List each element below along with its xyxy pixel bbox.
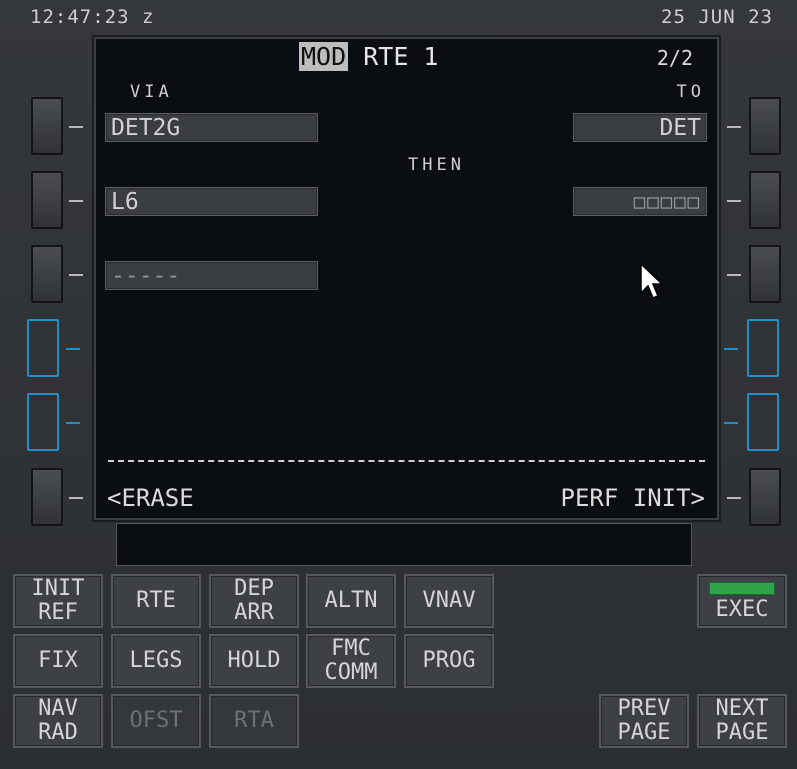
lsk-2r-button[interactable] [749,171,781,229]
via-field-1[interactable]: DET2G [105,113,318,142]
altn-key[interactable]: ALTN [306,574,396,628]
hold-key[interactable]: HOLD [209,634,299,688]
legs-key[interactable]: LEGS [111,634,201,688]
via-field-3[interactable]: ----- [105,261,318,290]
exec-key-label: EXEC [715,597,769,622]
scratchpad [116,523,692,566]
perf-init-prompt[interactable]: PERF INIT> [561,484,706,512]
nav-rad-key[interactable]: NAV RAD [13,694,103,748]
rta-key[interactable]: RTA [209,694,299,748]
dep-arr-key[interactable]: DEP ARR [209,574,299,628]
lsk-3r-tick [727,274,741,276]
erase-prompt[interactable]: <ERASE [107,484,194,512]
lsk-1r-button[interactable] [749,97,781,155]
to-label: TO [676,82,705,102]
lsk-1l-button[interactable] [31,97,63,155]
page-title: MOD RTE 1 [299,42,438,71]
date-readout: 25 JUN 23 [661,6,773,28]
lsk-3l-button[interactable] [31,245,63,303]
to-field-1[interactable]: DET [573,113,707,142]
then-label: THEN [408,155,465,175]
lsk-5r-button[interactable] [747,393,779,451]
fmc-comm-key[interactable]: FMC COMM [306,634,396,688]
next-page-key[interactable]: NEXT PAGE [697,694,787,748]
via-field-2[interactable]: L6 [105,187,318,216]
prev-page-key[interactable]: PREV PAGE [599,694,689,748]
prog-key[interactable]: PROG [404,634,494,688]
lsk-6l-button[interactable] [31,468,63,526]
to-field-2[interactable]: □□□□□ [573,187,707,216]
lsk-5l-button[interactable] [27,393,59,451]
rte-key[interactable]: RTE [111,574,201,628]
lsk-2l-tick [69,200,83,202]
lsk-4l-button[interactable] [27,319,59,377]
init-ref-key[interactable]: INIT REF [13,574,103,628]
via-label: VIA [130,82,173,102]
lsk-6r-button[interactable] [749,468,781,526]
cdu-display: MOD RTE 1 2/2 VIA TO THEN DET2G DET L6 □… [92,35,721,522]
vnav-key[interactable]: VNAV [404,574,494,628]
page-number: 2/2 [656,46,693,70]
lsk-2l-button[interactable] [31,171,63,229]
exec-light [709,582,775,595]
separator-line [108,460,705,462]
lsk-5r-tick [724,422,738,424]
lsk-4l-tick [66,348,80,350]
page-title-text: RTE 1 [363,42,439,71]
lsk-3r-button[interactable] [749,245,781,303]
lsk-4r-tick [724,348,738,350]
lsk-6l-tick [69,497,83,499]
mod-indicator: MOD [299,42,349,71]
ofst-key[interactable]: OFST [111,694,201,748]
exec-key[interactable]: EXEC [697,574,787,628]
lsk-1l-tick [69,126,83,128]
lsk-5l-tick [66,422,80,424]
lsk-6r-tick [727,497,741,499]
mouse-pointer-icon [640,263,664,299]
lsk-4r-button[interactable] [747,319,779,377]
clock-readout: 12:47:23 z [30,6,155,28]
lsk-2r-tick [727,200,741,202]
lsk-3l-tick [69,274,83,276]
lsk-1r-tick [727,126,741,128]
fix-key[interactable]: FIX [13,634,103,688]
